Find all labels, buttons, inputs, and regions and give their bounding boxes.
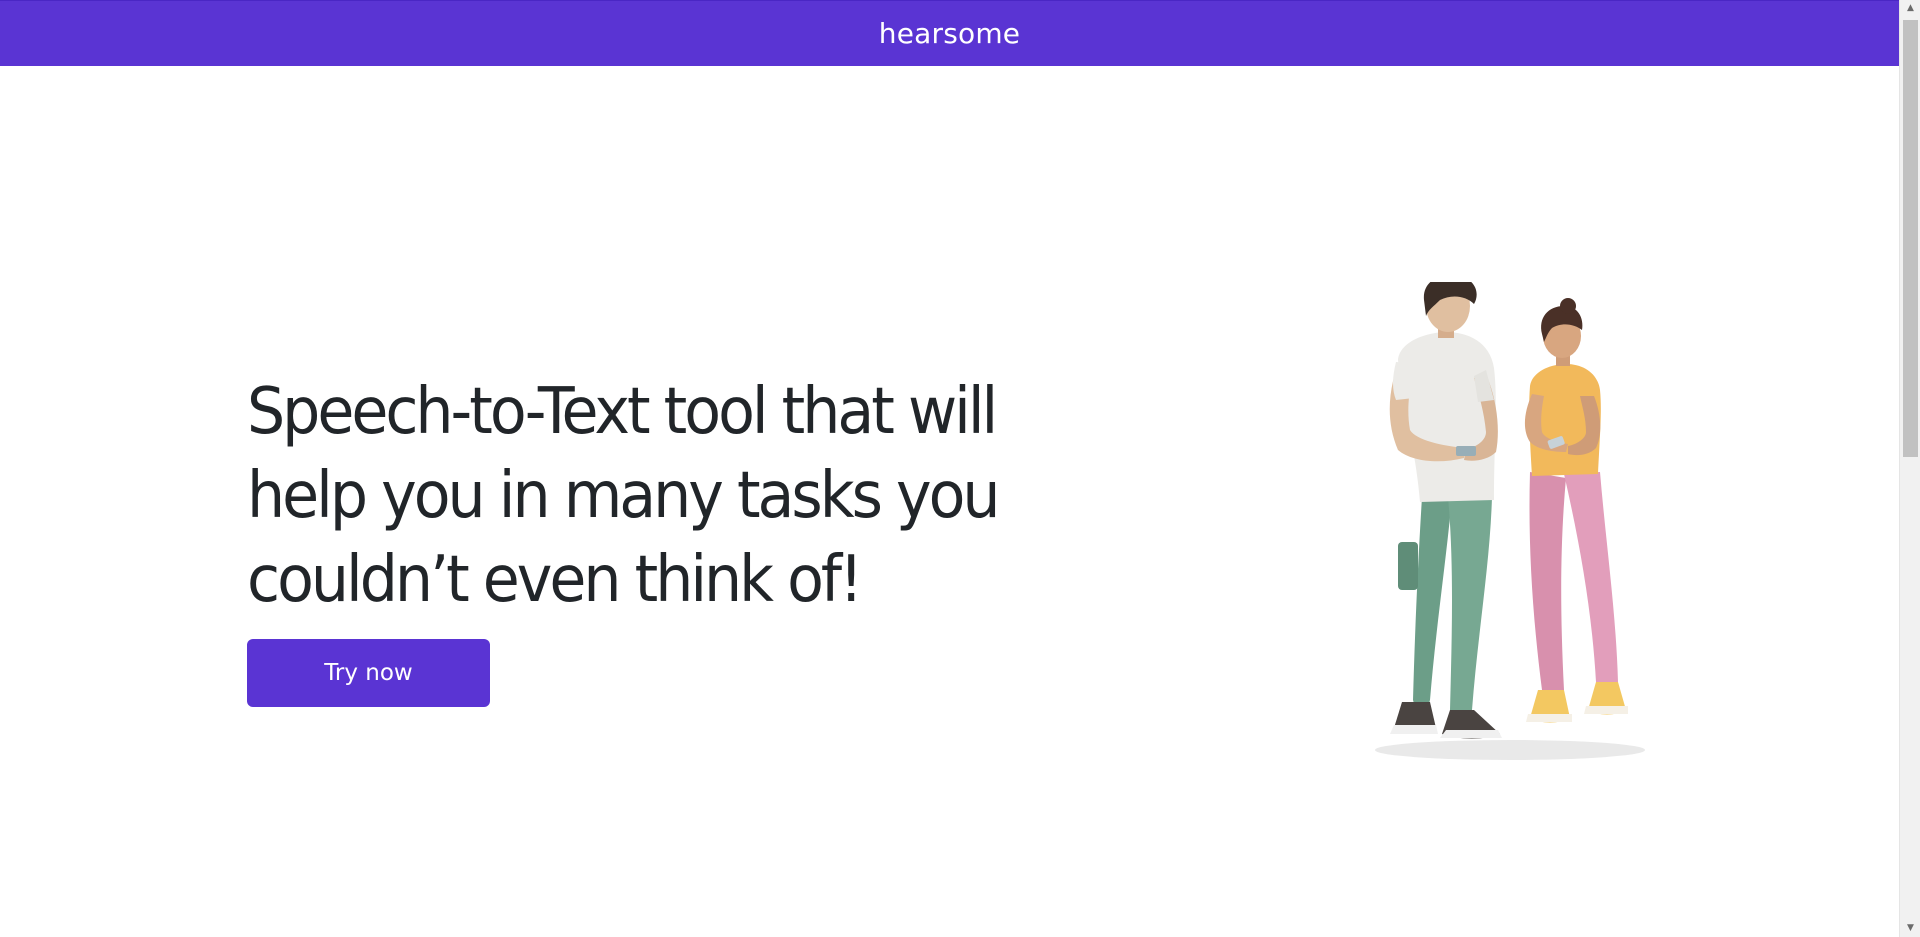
people-with-phones-illustration (1375, 282, 1645, 760)
hero-section: Speech-to-Text tool that will help you i… (247, 370, 1147, 622)
brand-logo-link[interactable]: hearsome (879, 17, 1020, 50)
scroll-down-arrow-icon[interactable]: ▼ (1900, 920, 1920, 937)
try-now-button[interactable]: Try now (247, 639, 490, 707)
page: hearsome Speech-to-Text tool that will h… (0, 0, 1920, 937)
hero-headline: Speech-to-Text tool that will help you i… (247, 375, 1001, 617)
top-navigation-bar: hearsome (0, 0, 1899, 66)
vertical-scrollbar[interactable]: ▲ ▼ (1899, 0, 1920, 937)
scroll-up-arrow-icon[interactable]: ▲ (1900, 0, 1920, 17)
scrollbar-thumb[interactable] (1903, 20, 1918, 457)
